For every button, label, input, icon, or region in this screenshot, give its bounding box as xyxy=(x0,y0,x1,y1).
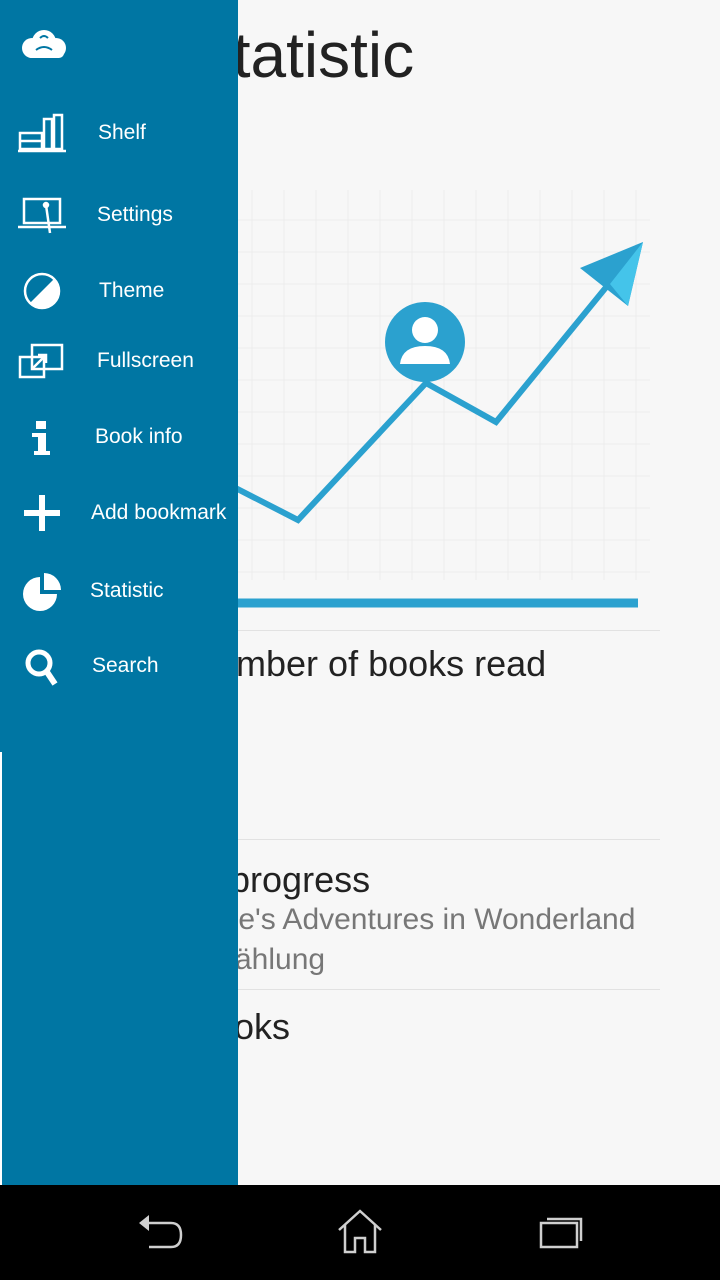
cloud-logo-icon[interactable] xyxy=(18,28,70,62)
drawer-item-search[interactable]: Search xyxy=(0,638,238,698)
pie-chart-icon xyxy=(14,563,70,619)
navigation-drawer[interactable]: Shelf Settings Theme Fullscreen Book inf… xyxy=(0,0,238,1185)
drawer-item-label: Book info xyxy=(95,425,183,448)
home-icon[interactable] xyxy=(330,1203,390,1259)
drawer-item-label: Add bookmark xyxy=(91,501,227,524)
drawer-item-label: Search xyxy=(92,654,159,677)
laptop-settings-icon xyxy=(14,187,70,243)
plus-icon xyxy=(14,485,70,541)
drawer-item-theme[interactable]: Theme xyxy=(0,263,238,323)
divider xyxy=(200,630,660,631)
drawer-item-label: Settings xyxy=(97,203,173,226)
divider xyxy=(200,839,660,840)
drawer-item-label: Fullscreen xyxy=(97,349,194,372)
bookshelf-icon xyxy=(14,105,70,161)
drawer-item-shelf[interactable]: Shelf xyxy=(0,105,238,165)
statistic-illustration xyxy=(180,180,660,620)
in-progress-book-title: Alice's Adventures in Wonderland xyxy=(190,903,636,936)
fullscreen-icon xyxy=(14,333,70,389)
drawer-item-book-info[interactable]: Book info xyxy=(0,409,238,469)
drawer-item-label: Statistic xyxy=(90,579,164,602)
search-icon xyxy=(14,638,70,694)
back-icon[interactable] xyxy=(130,1203,190,1259)
drawer-item-fullscreen[interactable]: Fullscreen xyxy=(0,333,238,393)
drawer-edge xyxy=(0,752,2,1185)
books-read-title: Number of books read xyxy=(190,643,547,684)
divider xyxy=(200,989,660,990)
growth-chart-illustration xyxy=(218,190,650,608)
info-icon xyxy=(14,409,70,465)
drawer-item-add-bookmark[interactable]: Add bookmark xyxy=(0,485,238,545)
drawer-item-settings[interactable]: Settings xyxy=(0,187,238,247)
drawer-item-label: Shelf xyxy=(98,121,146,144)
drawer-item-statistic[interactable]: Statistic xyxy=(0,563,238,623)
system-navigation-bar xyxy=(0,1185,720,1280)
recents-icon[interactable] xyxy=(530,1203,590,1259)
theme-circle-icon xyxy=(14,263,70,319)
drawer-item-label: Theme xyxy=(99,279,165,302)
